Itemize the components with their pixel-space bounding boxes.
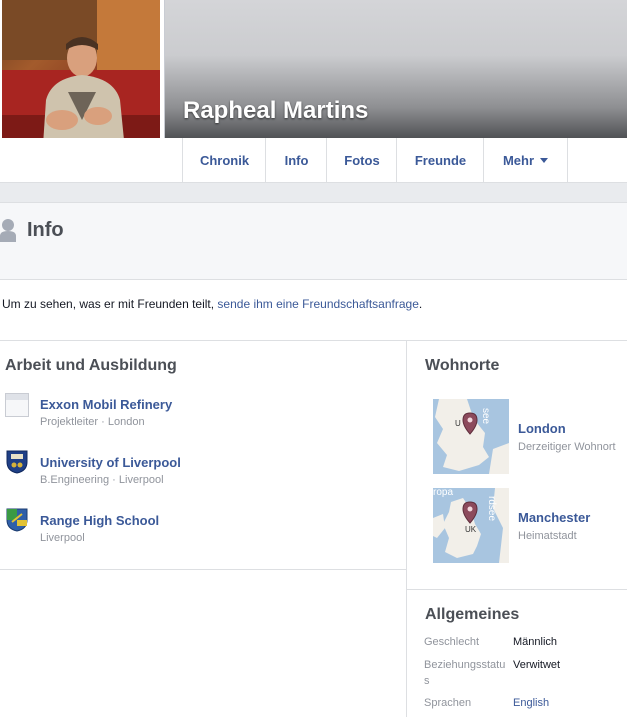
- profile-picture[interactable]: [2, 0, 160, 160]
- page-title: Info: [27, 219, 64, 241]
- school-crest-icon: [6, 508, 28, 532]
- tab-mehr[interactable]: Mehr: [483, 138, 568, 182]
- svg-text:see: see: [480, 408, 491, 425]
- field-value: Verwitwet: [513, 659, 561, 671]
- map-thumbnail-manchester[interactable]: ropa rdsee UK: [433, 488, 509, 563]
- place-detail: Heimatstadt: [518, 530, 577, 542]
- work-item-name[interactable]: Exxon Mobil Refinery: [40, 397, 172, 412]
- places-title: Wohnorte: [425, 357, 500, 374]
- field-value: Männlich: [513, 636, 558, 648]
- tab-fotos[interactable]: Fotos: [326, 138, 397, 182]
- section-gap: [0, 183, 627, 203]
- svg-text:UK: UK: [465, 525, 477, 534]
- field-label: Beziehungsstatu: [424, 659, 506, 671]
- friend-request-link[interactable]: sende ihm eine Freundschaftsanfrage: [217, 297, 418, 311]
- profile-name[interactable]: Rapheal Martins: [183, 97, 368, 125]
- workplace-icon: [5, 393, 29, 417]
- svg-text:rdsee: rdsee: [486, 496, 497, 521]
- tab-chronik[interactable]: Chronik: [182, 138, 266, 182]
- tab-freunde[interactable]: Freunde: [396, 138, 484, 182]
- svg-text:U: U: [455, 419, 461, 428]
- svg-text:ropa: ropa: [433, 488, 453, 498]
- place-name[interactable]: London: [518, 421, 566, 436]
- divider: [0, 340, 627, 341]
- language-link[interactable]: English: [513, 697, 549, 709]
- info-header: [0, 203, 627, 280]
- divider: [407, 589, 627, 590]
- work-education-title: Arbeit und Ausbildung: [5, 357, 177, 374]
- work-item-detail: Projektleiter · London: [40, 416, 145, 428]
- education-item-detail: B.Engineering · Liverpool: [40, 474, 164, 486]
- place-detail: Derzeitiger Wohnort: [518, 441, 616, 453]
- friend-request-notice: Um zu sehen, was er mit Freunden teilt, …: [2, 297, 423, 311]
- education-item-name[interactable]: Range High School: [40, 513, 159, 528]
- education-item-detail: Liverpool: [40, 532, 85, 544]
- tab-info[interactable]: Info: [265, 138, 327, 182]
- general-title: Allgemeines: [425, 606, 520, 623]
- university-crest-icon: [6, 450, 28, 474]
- place-name[interactable]: Manchester: [518, 510, 590, 525]
- field-label: Sprachen: [424, 697, 472, 709]
- field-label: Geschlecht: [424, 636, 480, 648]
- column-divider: [406, 341, 407, 717]
- education-item-name[interactable]: University of Liverpool: [40, 455, 181, 470]
- divider: [0, 569, 406, 570]
- field-label: s: [424, 675, 430, 687]
- map-thumbnail-london[interactable]: see U: [433, 399, 509, 474]
- chevron-down-icon: [540, 158, 549, 163]
- person-icon: [0, 219, 16, 242]
